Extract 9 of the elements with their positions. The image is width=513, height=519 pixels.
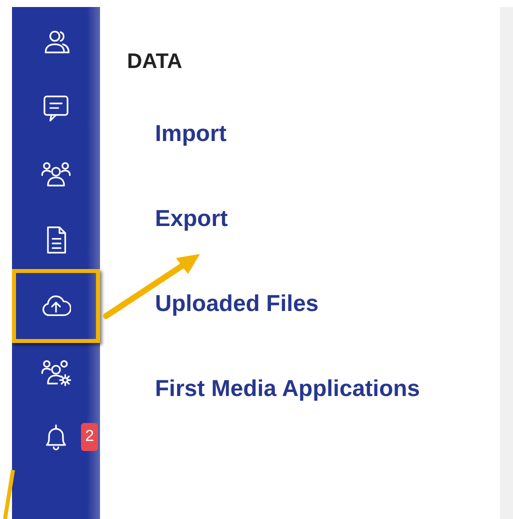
notification-badge: 2 (81, 423, 98, 451)
group-icon[interactable] (41, 159, 71, 189)
section-title: DATA (127, 49, 184, 75)
menu-link[interactable]: Import (155, 121, 227, 146)
menu-link[interactable]: Export (155, 206, 228, 231)
chat-icon[interactable] (41, 93, 71, 123)
menu-link[interactable]: Uploaded Files (155, 291, 319, 316)
group-settings-icon[interactable] (41, 357, 71, 387)
menu-link[interactable]: First Media Applications (155, 376, 420, 401)
